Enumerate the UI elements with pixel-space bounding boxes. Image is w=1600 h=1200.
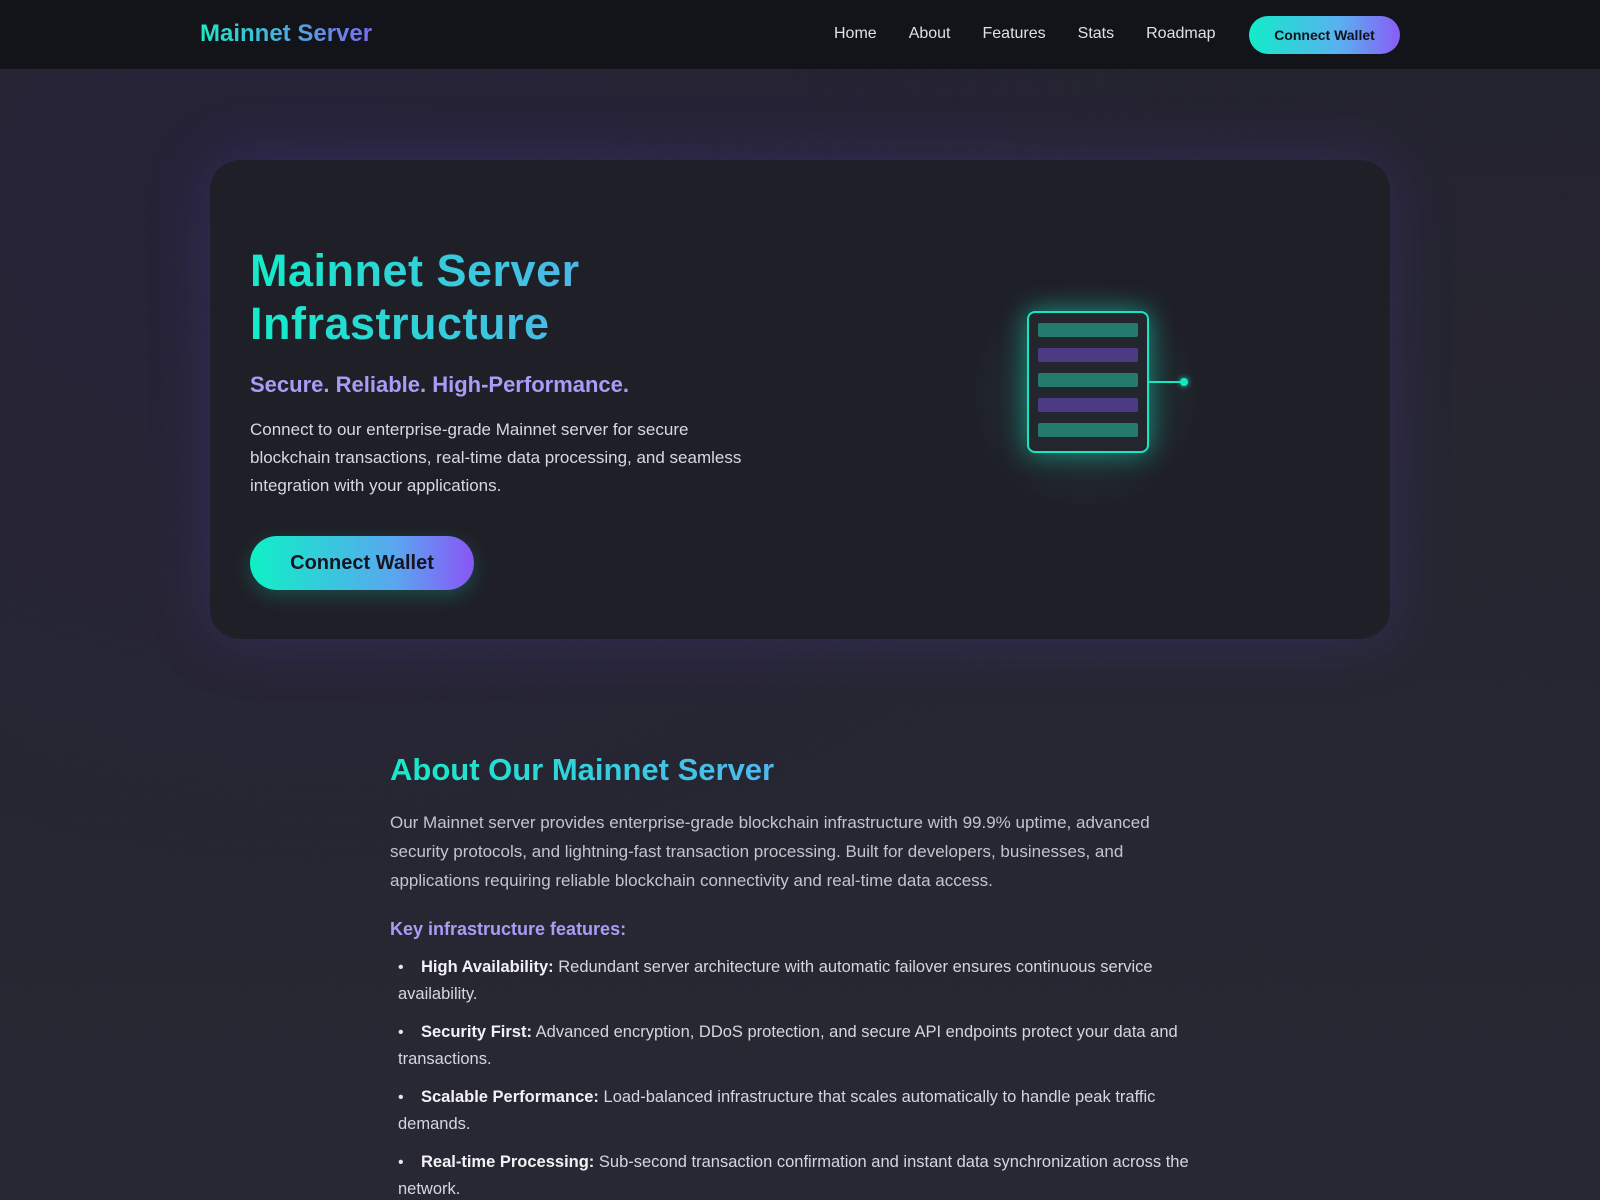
hero-subtitle: Secure. Reliable. High-Performance. [250, 372, 630, 397]
hero-title: Mainnet Server Infrastructure [250, 244, 850, 350]
navbar: Mainnet Server Home About Features Stats… [0, 0, 1600, 70]
hero-card: Mainnet Server Infrastructure Secure. Re… [210, 160, 1390, 639]
nav-links: Home About Features Stats Roadmap [834, 25, 1247, 43]
features-heading: Key infrastructure features: [390, 919, 627, 939]
nav-link-roadmap[interactable]: Roadmap [1146, 25, 1215, 43]
feature-item: • Security First: Advanced encryption, DD… [390, 1019, 1200, 1073]
server-slot [1038, 373, 1138, 387]
about-description: Our Mainnet server provides enterprise-g… [390, 813, 1150, 890]
nav-link-home[interactable]: Home [834, 25, 877, 43]
server-slot [1038, 398, 1138, 412]
hero-title-line2: Infrastructure [250, 298, 550, 349]
feature-label: Security First: [421, 1023, 532, 1041]
server-connection-dot [1180, 378, 1188, 386]
bullet-icon: • [398, 1024, 404, 1041]
about-section: About Our Mainnet Server Our Mainnet ser… [390, 752, 1210, 1200]
bullet-icon: • [398, 959, 404, 976]
feature-item: • Scalable Performance: Load-balanced inf… [390, 1084, 1200, 1138]
feature-item: • High Availability: Redundant server arc… [390, 954, 1200, 1008]
features-list: • High Availability: Redundant server arc… [390, 954, 1200, 1200]
feature-item: • Real-time Processing: Sub-second transa… [390, 1149, 1200, 1200]
server-cable [1149, 381, 1183, 383]
server-slot [1038, 423, 1138, 437]
bullet-icon: • [398, 1154, 404, 1171]
server-slot [1038, 323, 1138, 337]
feature-label: Scalable Performance: [421, 1088, 599, 1106]
nav-connect-wallet-button[interactable]: Connect Wallet [1249, 16, 1400, 54]
about-title: About Our Mainnet Server [390, 752, 775, 787]
server-icon [930, 240, 1230, 540]
nav-link-stats[interactable]: Stats [1078, 25, 1114, 43]
feature-label: High Availability: [421, 958, 554, 976]
hero-title-line1: Mainnet Server [250, 245, 580, 296]
server-rack [1027, 311, 1149, 453]
feature-label: Real-time Processing: [421, 1153, 595, 1171]
nav-link-about[interactable]: About [909, 25, 951, 43]
nav-link-features[interactable]: Features [983, 25, 1046, 43]
brand-logo[interactable]: Mainnet Server [200, 20, 372, 48]
bullet-icon: • [398, 1089, 404, 1106]
hero-description: Connect to our enterprise-grade Mainnet … [250, 420, 742, 495]
hero-connect-wallet-button[interactable]: Connect Wallet [250, 536, 474, 590]
server-slot [1038, 348, 1138, 362]
